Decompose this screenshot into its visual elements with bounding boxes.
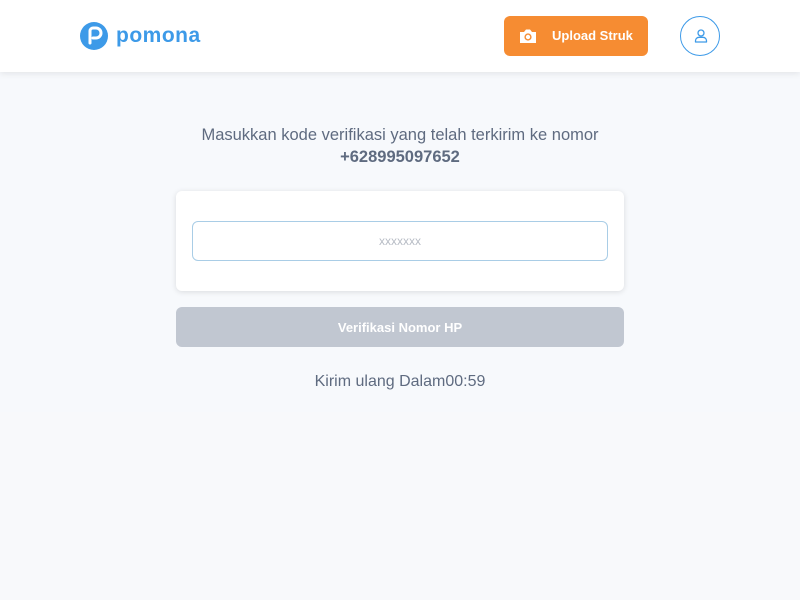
profile-button[interactable] xyxy=(680,16,720,56)
instruction-text: Masukkan kode verifikasi yang telah terk… xyxy=(201,126,599,144)
phone-number: +628995097652 xyxy=(340,148,460,166)
upload-struk-label: Upload Struk xyxy=(552,28,633,43)
top-header: pomona Upload Struk xyxy=(0,0,800,72)
resend-countdown: Kirim ulang Dalam00:59 xyxy=(200,372,600,392)
pomona-logo[interactable]: pomona xyxy=(80,21,201,51)
pomona-logo-icon xyxy=(80,22,108,50)
verify-phone-button[interactable]: Verifikasi Nomor HP xyxy=(176,307,624,347)
camera-icon xyxy=(518,26,538,46)
verification-card xyxy=(176,191,624,291)
upload-struk-button[interactable]: Upload Struk xyxy=(504,16,648,56)
brand-name: pomona xyxy=(116,24,201,47)
resend-label: Kirim ulang Dalam xyxy=(314,373,446,390)
resend-timer: 00:59 xyxy=(445,373,486,390)
verification-code-input[interactable] xyxy=(192,221,608,261)
verification-instruction: Masukkan kode verifikasi yang telah terk… xyxy=(150,124,650,168)
